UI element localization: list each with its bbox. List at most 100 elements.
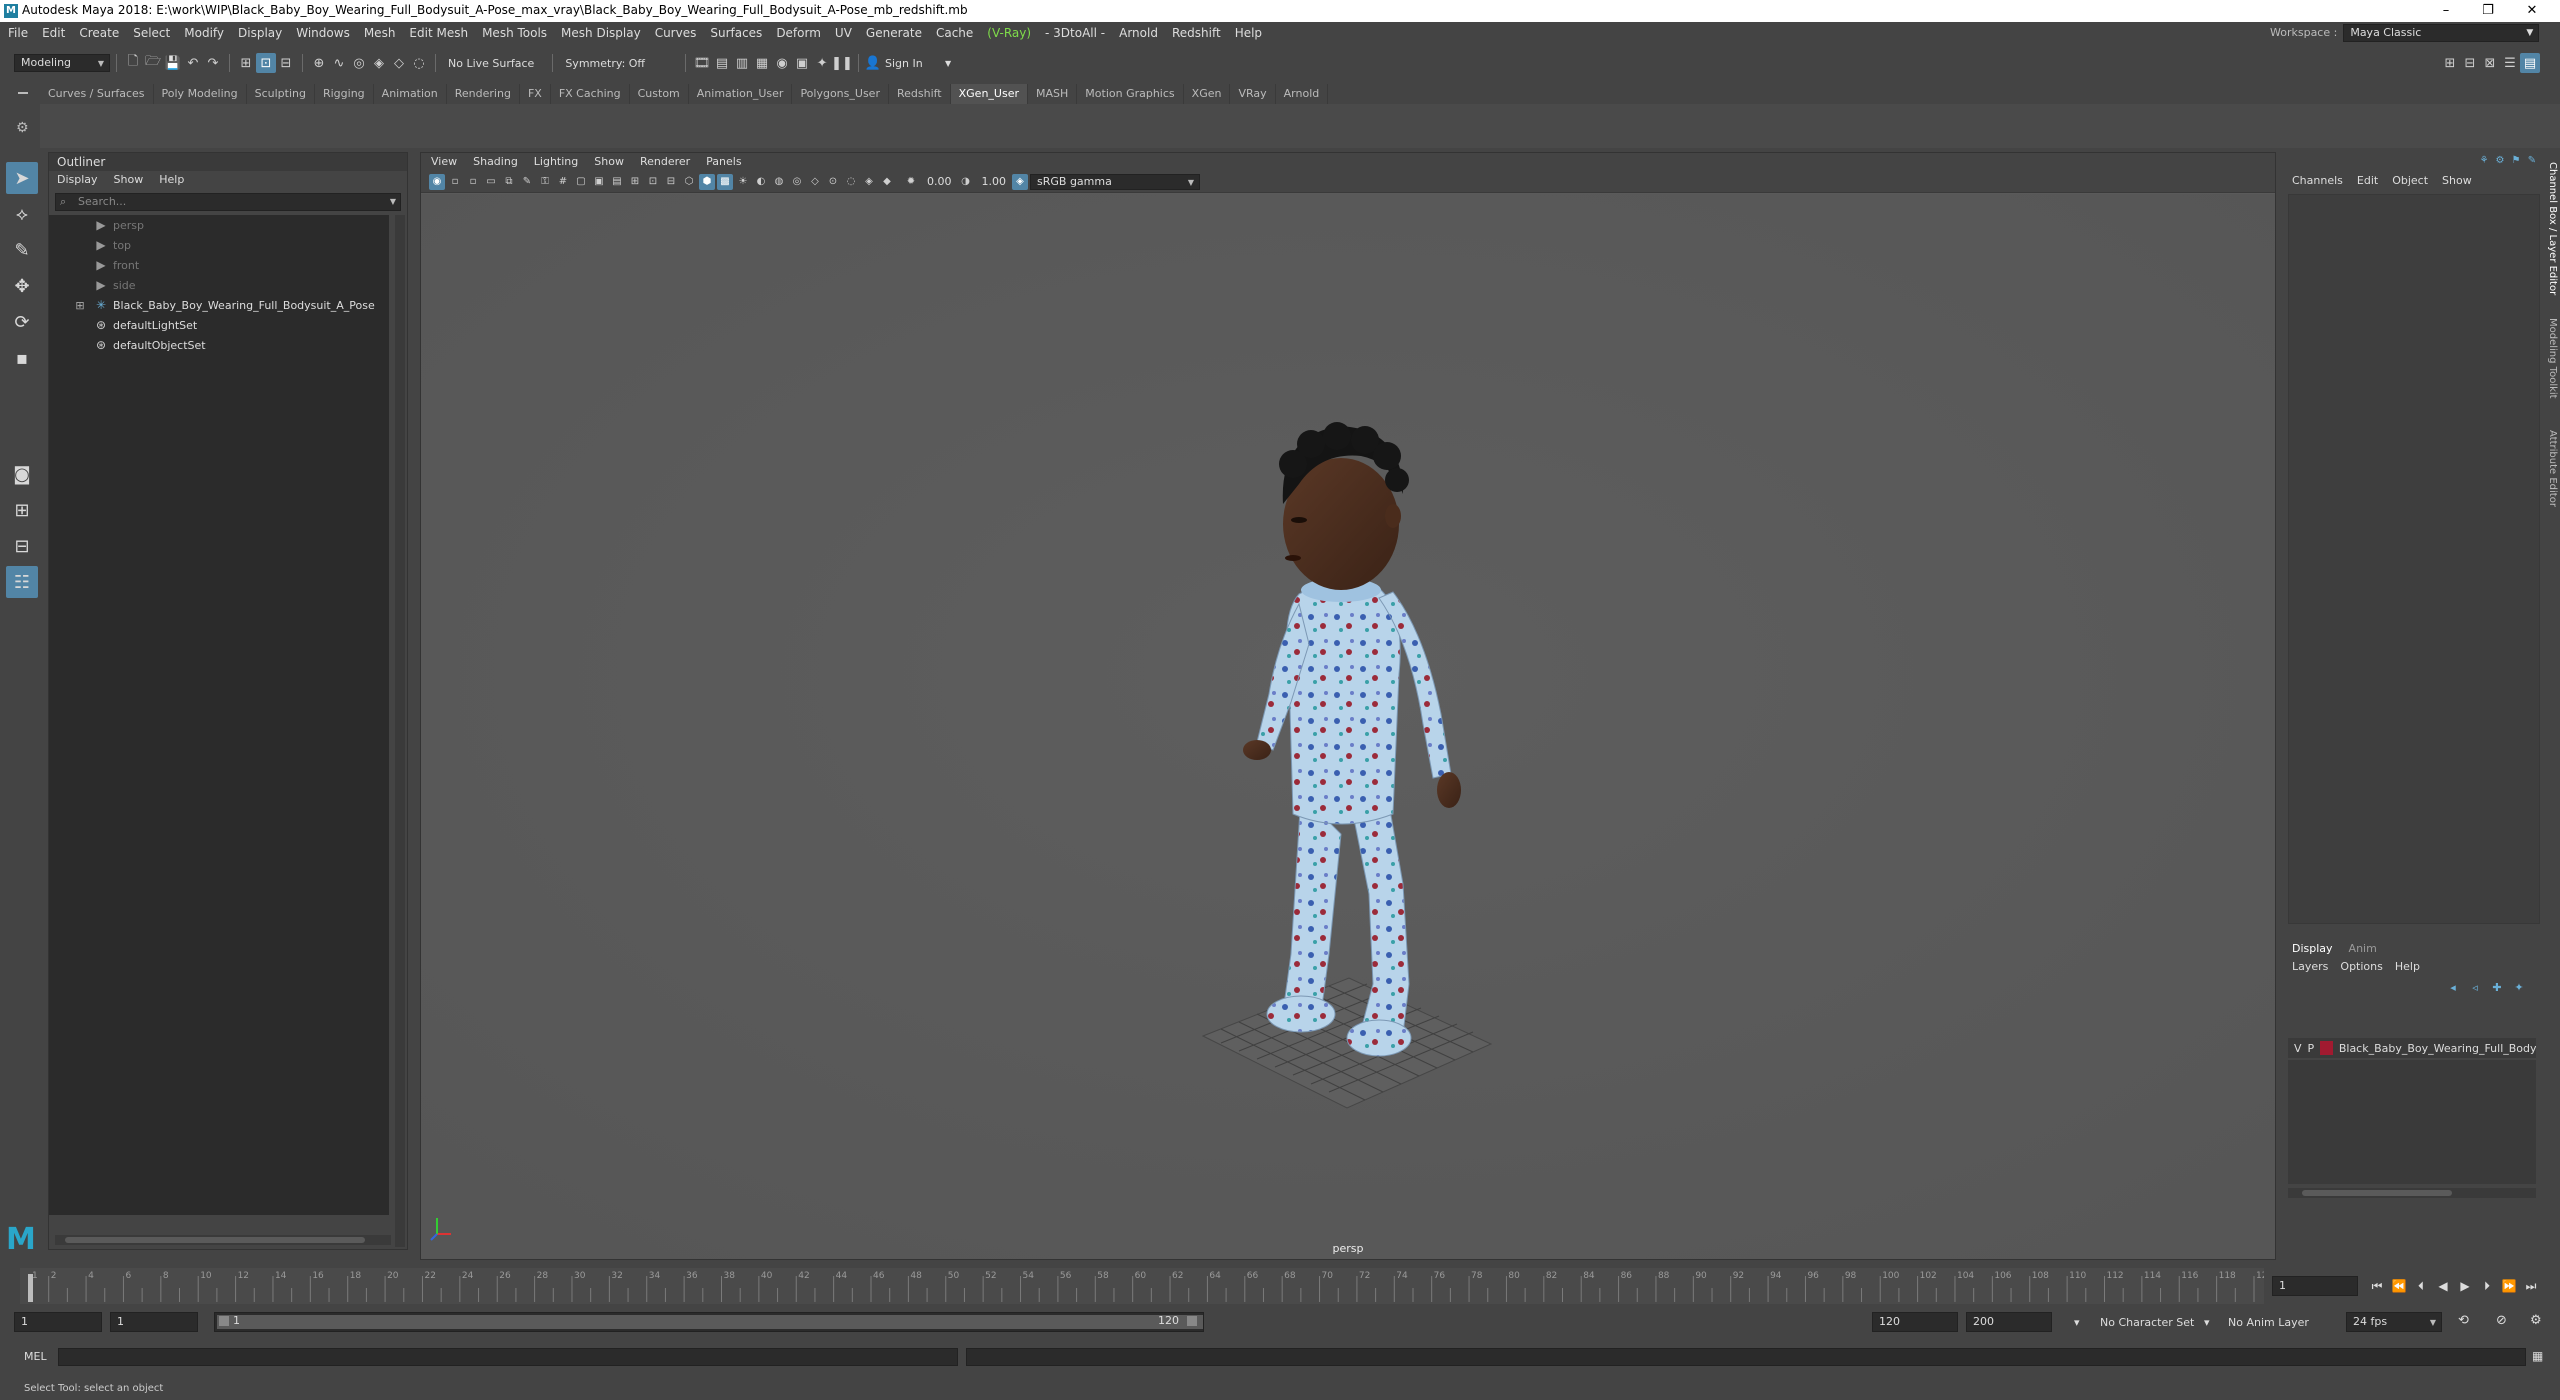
viewport-menu-panels[interactable]: Panels <box>706 153 741 171</box>
menu-vray[interactable]: (V-Ray) <box>987 22 1031 44</box>
menu-generate[interactable]: Generate <box>866 22 922 44</box>
range-handle-start[interactable] <box>219 1316 229 1326</box>
outliner-search-input[interactable]: ⌕ Search... ▼ <box>55 193 401 211</box>
grid-icon[interactable]: # <box>555 174 571 190</box>
step-forward-frame-icon[interactable]: ⏵ <box>2476 1276 2498 1296</box>
screen-space-ao-icon[interactable]: ◍ <box>771 174 787 190</box>
new-empty-layer-icon[interactable]: ✚ <box>2486 978 2508 996</box>
menu-select[interactable]: Select <box>133 22 170 44</box>
layer-visibility-toggle[interactable]: V <box>2294 1042 2302 1055</box>
film-gate-icon[interactable]: ▢ <box>573 174 589 190</box>
minimize-button[interactable]: – <box>2426 2 2466 20</box>
menu-3dtoall[interactable]: - 3DtoAll - <box>1045 22 1105 44</box>
move-layer-up-icon[interactable]: ◂ <box>2442 978 2464 996</box>
chevron-down-icon[interactable]: ▼ <box>945 59 951 68</box>
outliner-layout-icon[interactable]: ☷ <box>6 566 38 598</box>
tab-display[interactable]: Display <box>2284 940 2341 958</box>
xray-joints-icon[interactable]: ◈ <box>861 174 877 190</box>
shelf-tab-animation-user[interactable]: Animation_User <box>689 84 793 104</box>
undo-icon[interactable]: ↶ <box>183 53 203 73</box>
current-frame-marker[interactable] <box>28 1274 33 1302</box>
shelf-tab-mash[interactable]: MASH <box>1028 84 1078 104</box>
go-to-end-icon[interactable]: ⏭ <box>2520 1276 2542 1296</box>
chevron-down-icon[interactable]: ▼ <box>390 194 396 210</box>
textured-icon[interactable]: ▩ <box>717 173 733 190</box>
shelf-tab-xgen[interactable]: XGen <box>1184 84 1231 104</box>
redo-icon[interactable]: ↷ <box>203 53 223 73</box>
range-handle-end[interactable] <box>1187 1316 1197 1326</box>
layer-horizontal-scrollbar[interactable] <box>2288 1188 2536 1198</box>
close-button[interactable]: ✕ <box>2512 2 2552 20</box>
help-menu[interactable]: Help <box>2395 958 2420 976</box>
move-layer-down-icon[interactable]: ◃ <box>2464 978 2486 996</box>
shelf-tab-vray[interactable]: VRay <box>1230 84 1276 104</box>
new-scene-icon[interactable]: 🗋 <box>123 53 143 73</box>
object-menu[interactable]: Object <box>2392 172 2428 190</box>
channel-box-toggle-icon[interactable]: ⚘ <box>2476 152 2492 168</box>
menu-redshift[interactable]: Redshift <box>1172 22 1221 44</box>
select-camera-icon[interactable]: ◉ <box>429 173 445 190</box>
playback-start-field[interactable]: 1 <box>110 1312 198 1332</box>
animation-end-field[interactable]: 200 <box>1966 1312 2052 1332</box>
toggle-modeling-toolkit-icon[interactable]: ⊞ <box>2440 53 2460 73</box>
animation-start-field[interactable]: 1 <box>14 1312 102 1332</box>
shelf-tab-polygons-user[interactable]: Polygons_User <box>792 84 889 104</box>
shelf-tab-rigging[interactable]: Rigging <box>315 84 374 104</box>
step-forward-key-icon[interactable]: ⏩ <box>2498 1276 2520 1296</box>
channels-menu[interactable]: Channels <box>2292 172 2343 190</box>
scale-tool-icon[interactable]: ▪ <box>6 342 38 374</box>
menu-curves[interactable]: Curves <box>655 22 697 44</box>
fps-dropdown[interactable]: 24 fps ▼ <box>2346 1312 2442 1332</box>
range-bar-thumb[interactable] <box>217 1315 1203 1329</box>
ipr-render-icon[interactable]: ▥ <box>732 53 752 73</box>
shelf-tab-fx-caching[interactable]: FX Caching <box>551 84 630 104</box>
toggle-tool-settings-icon[interactable]: ⊠ <box>2480 53 2500 73</box>
display-layer-row[interactable]: V P Black_Baby_Boy_Wearing_Full_Bodysuit <box>2288 1038 2536 1058</box>
snap-grid-icon[interactable]: ⊕ <box>309 53 329 73</box>
edit-menu[interactable]: Edit <box>2357 172 2378 190</box>
tool-settings-icon[interactable]: ⚙ <box>2492 152 2508 168</box>
time-slider-track[interactable]: 1 2 4 6 8 10 12 14 16 18 20 22 24 26 28 30 32 34 36 38 40 42 4… <box>20 1268 2273 1304</box>
paint-select-tool-icon[interactable]: ✎ <box>6 234 38 266</box>
outliner-item-side[interactable]: ▶ side <box>49 275 389 295</box>
shelf-tab-fx[interactable]: FX <box>520 84 551 104</box>
xray-icon[interactable]: ◌ <box>843 174 859 190</box>
outliner-vertical-scrollbar[interactable] <box>395 215 405 1247</box>
script-editor-icon[interactable]: ▦ <box>2532 1349 2548 1365</box>
snap-view-icon[interactable]: ◈ <box>369 53 389 73</box>
restore-button[interactable]: ❐ <box>2468 2 2508 20</box>
chevron-down-icon[interactable]: ▾ <box>2204 1316 2210 1329</box>
shelf-tab-sculpting[interactable]: Sculpting <box>247 84 315 104</box>
animation-preferences-icon[interactable]: ⚙ <box>2530 1313 2542 1328</box>
outliner-item-default-light-set[interactable]: ⊛ defaultLightSet <box>49 315 389 335</box>
smooth-shade-icon[interactable]: ⬢ <box>699 173 715 190</box>
channel-box-area[interactable] <box>2288 194 2540 924</box>
resolution-gate-icon[interactable]: ▣ <box>591 174 607 190</box>
range-bar[interactable]: 1 120 <box>214 1312 1204 1332</box>
snap-surface-icon[interactable]: ◇ <box>389 53 409 73</box>
current-frame-field[interactable]: 1 <box>2272 1276 2358 1296</box>
four-view-layout-icon[interactable]: ⊞ <box>6 494 38 526</box>
rotate-tool-icon[interactable]: ⟳ <box>6 306 38 338</box>
menu-uv[interactable]: UV <box>835 22 852 44</box>
menu-file[interactable]: File <box>8 22 28 44</box>
outliner-item-top[interactable]: ▶ top <box>49 235 389 255</box>
step-back-key-icon[interactable]: ⏪ <box>2388 1276 2410 1296</box>
chevron-down-icon[interactable]: ▾ <box>2074 1316 2080 1329</box>
tab-anim[interactable]: Anim <box>2341 940 2385 958</box>
shelf-tab-curves-surfaces[interactable]: Curves / Surfaces <box>40 84 154 104</box>
symmetry-label[interactable]: Symmetry: Off <box>565 57 645 70</box>
side-tab-modeling-toolkit[interactable]: Modeling Toolkit <box>2542 318 2558 399</box>
gear-icon[interactable]: ⚙ <box>16 120 29 136</box>
shelf-tab-animation[interactable]: Animation <box>374 84 447 104</box>
outliner-item-baby-mesh[interactable]: ⊞ ✳ Black_Baby_Boy_Wearing_Full_Bodysuit… <box>49 295 389 315</box>
new-layer-from-selection-icon[interactable]: ✦ <box>2508 978 2530 996</box>
options-menu[interactable]: Options <box>2340 958 2382 976</box>
grease-pencil-icon[interactable]: ✎ <box>519 174 535 190</box>
toggle-attribute-editor-icon[interactable]: ⊟ <box>2460 53 2480 73</box>
shelf-tab-redshift[interactable]: Redshift <box>889 84 951 104</box>
color-management-icon[interactable]: ◈ <box>1012 173 1028 190</box>
viewport-menu-view[interactable]: View <box>431 153 457 171</box>
outliner-item-front[interactable]: ▶ front <box>49 255 389 275</box>
outliner-menu-display[interactable]: Display <box>57 171 98 189</box>
